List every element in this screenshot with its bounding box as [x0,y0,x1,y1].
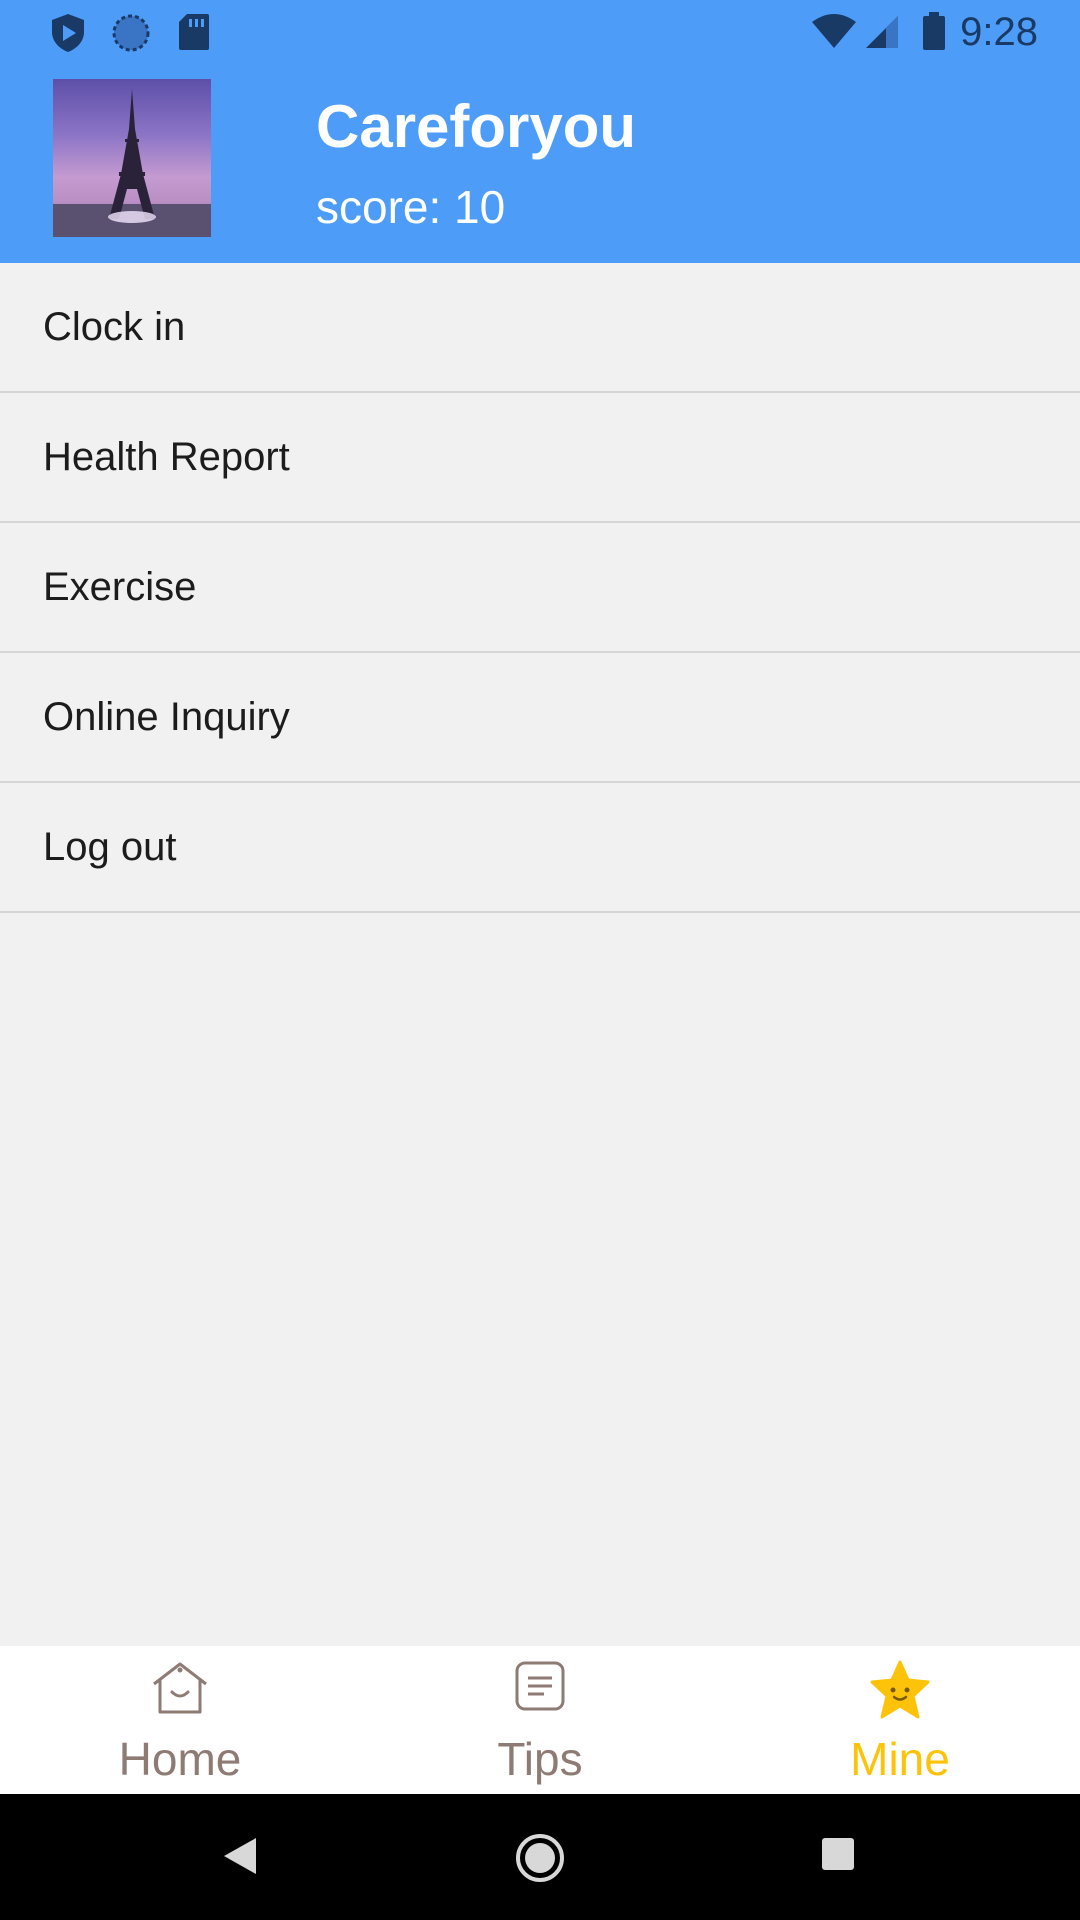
system-nav-bar [0,1794,1080,1920]
menu-item-label: Online Inquiry [43,694,290,739]
tab-label: Mine [850,1733,950,1785]
avatar[interactable] [53,79,211,237]
eiffel-tower-image [53,89,211,237]
app-name: Careforyou [316,93,637,160]
tab-label: Tips [497,1733,583,1785]
menu-item-log-out[interactable]: Log out [0,783,1080,913]
tab-home[interactable]: Home [0,1646,360,1794]
menu-item-label: Clock in [43,304,186,349]
tab-label: Home [118,1733,242,1785]
wifi-icon [810,14,858,55]
user-score: score: 10 [316,181,506,233]
play-protect-icon [48,12,88,59]
home-icon [150,1660,210,1721]
home-circle-icon[interactable] [514,1832,566,1889]
menu-item-online-inquiry[interactable]: Online Inquiry [0,653,1080,783]
sd-card-icon [177,12,211,57]
profile-menu: Clock in Health Report Exercise Online I… [0,263,1080,913]
clock-time: 9:28 [960,10,1038,54]
signal-icon [864,14,900,55]
menu-item-clock-in[interactable]: Clock in [0,263,1080,393]
status-bar: 9:28 [0,0,1080,64]
battery-icon [921,12,947,57]
tab-tips[interactable]: Tips [360,1646,720,1794]
menu-item-label: Exercise [43,564,197,609]
tips-icon [514,1660,566,1717]
menu-item-exercise[interactable]: Exercise [0,523,1080,653]
profile-header: 9:28 Careforyou score: 10 [0,0,1080,263]
back-icon[interactable] [222,1836,258,1881]
recents-icon[interactable] [820,1836,856,1877]
star-icon [868,1660,932,1725]
sync-icon [110,12,152,59]
bottom-tab-bar: Home Tips Mine [0,1646,1080,1794]
menu-item-label: Health Report [43,434,290,479]
menu-item-health-report[interactable]: Health Report [0,393,1080,523]
menu-item-label: Log out [43,824,177,869]
tab-mine[interactable]: Mine [720,1646,1080,1794]
